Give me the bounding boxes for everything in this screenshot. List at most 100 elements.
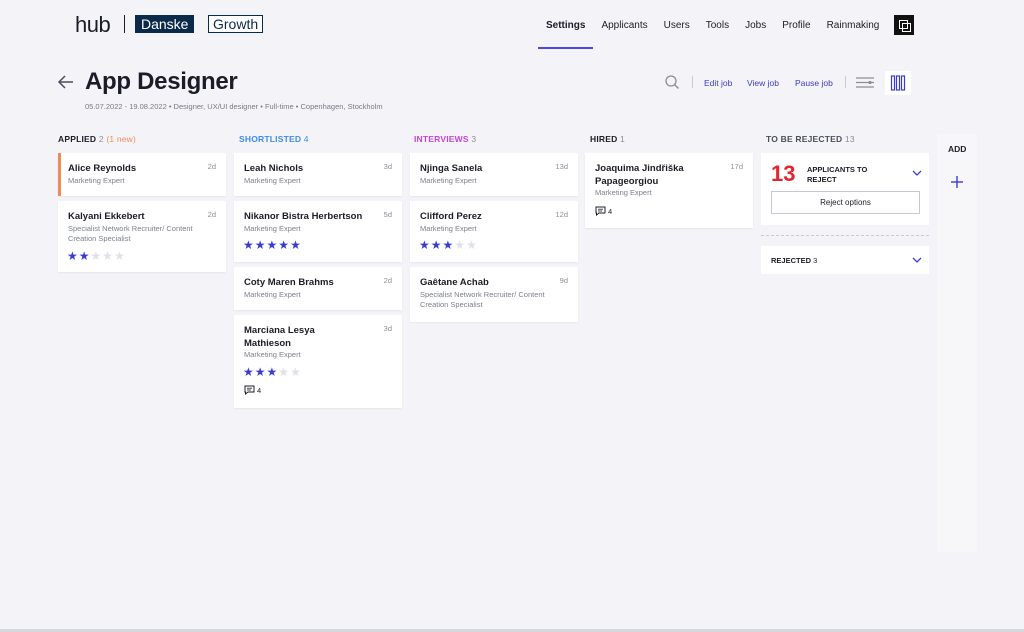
main-nav: Settings Applicants Users Tools Jobs Pro… bbox=[538, 0, 887, 50]
star-icon[interactable]: ★ bbox=[419, 238, 431, 252]
new-count-badge: (1 new) bbox=[106, 134, 137, 144]
star-icon[interactable]: ★ bbox=[290, 365, 302, 379]
rejected-count: 3 bbox=[813, 256, 818, 265]
rating-stars[interactable]: ★★★★★ bbox=[243, 238, 302, 252]
nav-tools[interactable]: Tools bbox=[698, 0, 737, 50]
star-icon[interactable]: ★ bbox=[431, 238, 443, 252]
star-icon[interactable]: ★ bbox=[278, 365, 290, 379]
applicant-age: 2d bbox=[207, 210, 216, 219]
column-title-text: SHORTLISTED bbox=[239, 134, 302, 144]
applicant-role: Marketing Expert bbox=[420, 224, 477, 233]
search-icon[interactable] bbox=[664, 74, 680, 90]
actions-divider bbox=[692, 76, 693, 88]
applicant-card[interactable]: Leah Nichols Marketing Expert 3d bbox=[234, 153, 402, 196]
back-arrow-icon[interactable] bbox=[56, 72, 76, 92]
reject-options-button[interactable]: Reject options bbox=[771, 191, 920, 214]
star-icon[interactable]: ★ bbox=[91, 249, 103, 263]
applicant-name: Leah Nichols bbox=[244, 163, 304, 174]
star-icon[interactable]: ★ bbox=[67, 249, 79, 263]
applicant-card[interactable]: Clifford Perez Marketing Expert 12d ★★★★… bbox=[410, 201, 578, 262]
view-job-link[interactable]: View job bbox=[747, 78, 779, 88]
applicant-card[interactable]: Nikanor Bistra Herbertson Marketing Expe… bbox=[234, 201, 402, 262]
comment-icon bbox=[244, 385, 255, 395]
applicant-name: Gaêtane Achab bbox=[420, 277, 489, 288]
rating-stars[interactable]: ★★★★★ bbox=[243, 365, 302, 379]
comments-count: 4 bbox=[608, 206, 613, 216]
applicant-card[interactable]: Gaêtane Achab Specialist Network Recruit… bbox=[410, 267, 578, 322]
pause-job-link[interactable]: Pause job bbox=[795, 78, 833, 88]
column-title: INTERVIEWS 3 bbox=[414, 134, 578, 144]
plus-icon[interactable] bbox=[950, 175, 964, 189]
star-icon[interactable]: ★ bbox=[243, 365, 255, 379]
rating-stars[interactable]: ★★★★★ bbox=[67, 249, 126, 263]
column-hired: HIRED 1 Joaquima Jindřiška Papageorgiou … bbox=[585, 134, 753, 228]
applicant-card[interactable]: Marciana Lesya Mathieson Marketing Exper… bbox=[234, 315, 402, 408]
rejected-panel[interactable]: REJECTED 3 bbox=[761, 246, 929, 274]
star-icon[interactable]: ★ bbox=[267, 365, 279, 379]
star-icon[interactable]: ★ bbox=[466, 238, 478, 252]
column-count: 4 bbox=[303, 134, 309, 144]
star-icon[interactable]: ★ bbox=[255, 365, 267, 379]
top-navigation-bar: hub Danske Growth Settings Applicants Us… bbox=[0, 0, 1024, 50]
applicant-role: Marketing Expert bbox=[595, 188, 652, 197]
star-icon[interactable]: ★ bbox=[290, 238, 302, 252]
to-reject-panel: 13 APPLICANTS TO REJECT Reject options bbox=[761, 153, 929, 225]
column-applied: APPLIED 2 (1 new) Alice Reynolds Marketi… bbox=[58, 134, 226, 272]
list-view-icon[interactable] bbox=[856, 76, 874, 89]
comment-icon bbox=[595, 206, 606, 216]
nav-settings[interactable]: Settings bbox=[538, 0, 594, 50]
applicant-age: 2d bbox=[207, 162, 216, 171]
applicant-name: Nikanor Bistra Herbertson bbox=[244, 211, 363, 222]
applicant-name: Clifford Perez bbox=[420, 211, 482, 222]
board-view-button[interactable] bbox=[885, 71, 911, 95]
column-count: 3 bbox=[471, 134, 477, 144]
star-icon[interactable]: ★ bbox=[267, 238, 279, 252]
page-title: App Designer bbox=[85, 68, 238, 95]
applicant-card[interactable]: Njinga Sanela Marketing Expert 13d bbox=[410, 153, 578, 196]
company-switcher-icon[interactable] bbox=[894, 15, 914, 35]
applicant-card[interactable]: Joaquima Jindřiška Papageorgiou Marketin… bbox=[585, 153, 753, 228]
column-count: 1 bbox=[620, 134, 625, 144]
applicant-name: Coty Maren Brahms bbox=[244, 277, 334, 288]
nav-rainmaking[interactable]: Rainmaking bbox=[819, 0, 888, 50]
star-icon[interactable]: ★ bbox=[102, 249, 114, 263]
actions-divider bbox=[845, 76, 846, 88]
nav-profile[interactable]: Profile bbox=[774, 0, 818, 50]
applicant-name: Joaquima Jindřiška Papageorgiou bbox=[595, 163, 684, 187]
column-count: 13 bbox=[844, 134, 855, 144]
applicant-age: 3d bbox=[383, 324, 392, 333]
star-icon[interactable]: ★ bbox=[114, 249, 126, 263]
star-icon[interactable]: ★ bbox=[454, 238, 466, 252]
comments-indicator[interactable]: 4 bbox=[595, 206, 612, 216]
column-to-be-rejected: TO BE REJECTED 13 13 APPLICANTS TO REJEC… bbox=[761, 134, 929, 274]
applicant-age: 3d bbox=[383, 162, 392, 171]
add-column-title: ADD bbox=[948, 144, 967, 154]
edit-job-link[interactable]: Edit job bbox=[704, 78, 732, 88]
applicant-card[interactable]: Alice Reynolds Marketing Expert 2d bbox=[58, 153, 226, 196]
applicant-card[interactable]: Coty Maren Brahms Marketing Expert 2d bbox=[234, 267, 402, 310]
chevron-down-icon[interactable] bbox=[912, 257, 922, 263]
reject-count: 13 bbox=[771, 161, 796, 186]
nav-applicants[interactable]: Applicants bbox=[593, 0, 655, 50]
star-icon[interactable]: ★ bbox=[443, 238, 455, 252]
column-title: APPLIED 2 (1 new) bbox=[58, 134, 226, 144]
chevron-down-icon[interactable] bbox=[912, 170, 922, 176]
column-title-text: TO BE REJECTED bbox=[766, 134, 843, 144]
job-meta: 05.07.2022 - 19.08.2022 • Designer, UX/U… bbox=[85, 102, 383, 111]
star-icon[interactable]: ★ bbox=[243, 238, 255, 252]
star-icon[interactable]: ★ bbox=[79, 249, 91, 263]
comments-indicator[interactable]: 4 bbox=[244, 385, 261, 395]
rejected-title-text: REJECTED bbox=[771, 256, 812, 265]
applicant-role: Marketing Expert bbox=[244, 176, 301, 185]
applicant-age: 17d bbox=[730, 162, 743, 171]
nav-users[interactable]: Users bbox=[656, 0, 698, 50]
nav-jobs[interactable]: Jobs bbox=[737, 0, 774, 50]
hub-logo[interactable]: hub bbox=[75, 12, 111, 38]
star-icon[interactable]: ★ bbox=[278, 238, 290, 252]
applicant-name: Njinga Sanela bbox=[420, 163, 483, 174]
applicant-card[interactable]: Kalyani Ekkebert Specialist Network Recr… bbox=[58, 201, 226, 272]
rating-stars[interactable]: ★★★★★ bbox=[419, 238, 478, 252]
star-icon[interactable]: ★ bbox=[255, 238, 267, 252]
column-title: HIRED 1 bbox=[590, 134, 753, 144]
applicant-name: Marciana Lesya Mathieson bbox=[244, 325, 315, 349]
